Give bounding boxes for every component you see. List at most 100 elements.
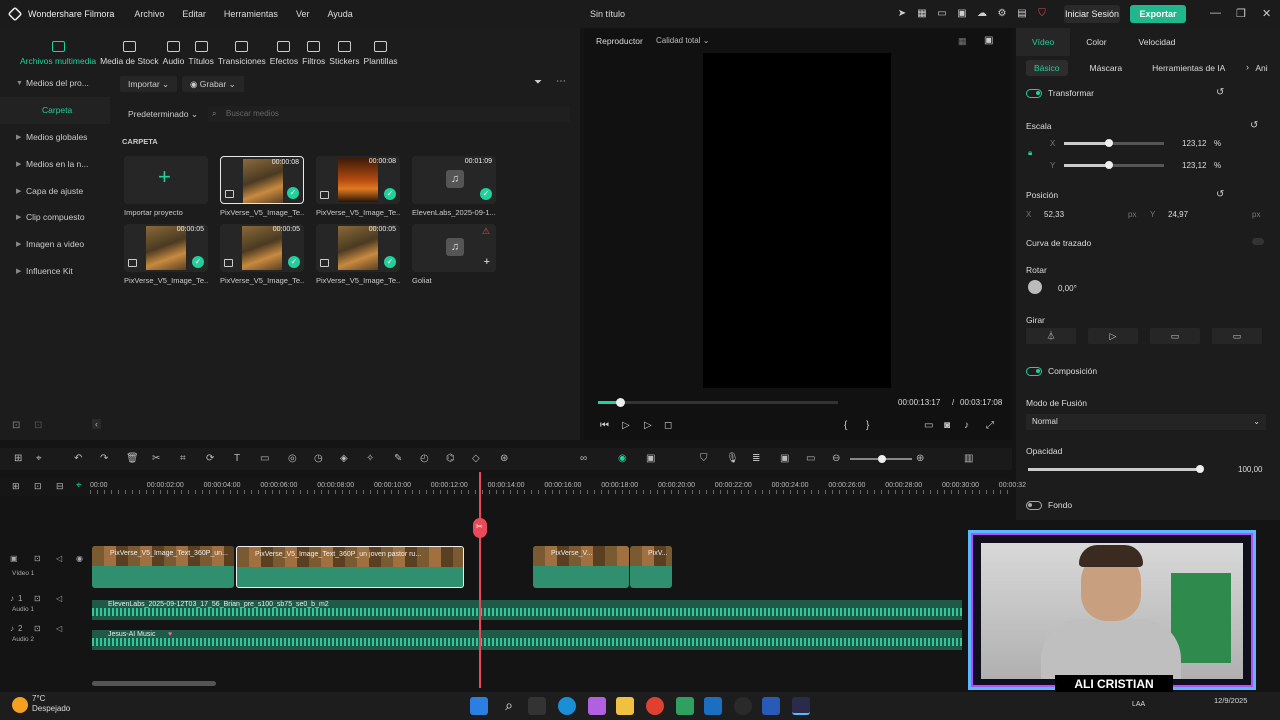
sidebar-item-medios-nube[interactable]: ▶ Medios en la n... [0,150,110,177]
system-clock[interactable]: 12/9/2025 [1214,696,1247,706]
composition-toggle[interactable] [1026,367,1042,377]
timer-icon[interactable]: ◴ [420,453,429,464]
background-toggle[interactable] [1026,501,1042,511]
weather-widget[interactable]: 7°C Despejado [32,694,70,714]
chain-icon[interactable]: ∞ [580,453,587,464]
reset-icon[interactable]: ↺ [1250,120,1258,131]
menu-ver[interactable]: Ver [296,9,310,19]
scale-y-value[interactable]: 123,12 [1182,161,1206,170]
mark-in-icon[interactable]: { [844,420,847,431]
export-button[interactable]: Exportar [1130,5,1186,23]
close-icon[interactable]: ✕ [1262,7,1271,20]
quality-dropdown[interactable]: Calidad total ⌄ [656,36,709,45]
audio-track-icon[interactable]: ⊟ [56,481,64,492]
rectangle-icon[interactable]: ▭ [260,453,269,464]
lock-icon[interactable]: ⊡ [34,594,41,603]
stabilize-icon[interactable]: ⊛ [500,453,508,464]
collapse-icon[interactable]: ‹ [92,419,101,429]
filter-icon[interactable]: ⏷ [534,77,542,88]
pip-icon[interactable]: ▣ [780,453,789,464]
mark-out-icon[interactable]: } [866,420,869,431]
tab-speed[interactable]: Velocidad [1123,28,1192,56]
media-item-thumb[interactable]: 00:00:05 ✓ [124,224,208,272]
search-icon[interactable]: ⌕ [500,697,518,715]
mask-icon[interactable]: ◎ [288,453,297,464]
zoom-in-icon[interactable]: ⊕ [916,453,924,464]
zoom-knob[interactable] [878,455,886,463]
video-clip[interactable]: PixVerse_V5_Image_Text_360P_un... [92,546,234,588]
obs-icon[interactable] [734,697,752,715]
position-x-value[interactable]: 52,33 [1044,210,1064,219]
snap-icon[interactable]: ◉ [618,453,627,464]
rotate-right-button[interactable]: ▭ [1212,328,1262,344]
track-view-icon[interactable]: ▥ [964,453,973,464]
link-icon[interactable]: ⟳ [206,453,214,464]
more-icon[interactable]: ⋯ [556,76,566,87]
camera-icon[interactable]: ◙ [944,420,950,431]
minimize-icon[interactable]: — [1210,7,1221,19]
composition-header[interactable]: Composición [1026,366,1097,377]
color-icon[interactable]: ◈ [340,453,348,464]
delete-folder-icon[interactable]: ⊡ [34,420,42,431]
tab-efectos[interactable]: Efectos [268,28,300,66]
filmora-taskbar-icon[interactable] [792,697,810,715]
layout-icon[interactable]: ⊞ [14,453,22,464]
edge-icon[interactable] [558,697,576,715]
volume-icon[interactable]: ♪ [964,420,969,431]
chevron-right-icon[interactable]: › [1246,62,1249,72]
mute-icon[interactable]: ◁ [56,554,62,563]
audio-mix-icon[interactable]: ≣ [752,453,760,464]
background-header[interactable]: Fondo [1026,500,1072,511]
crop-icon[interactable]: ⌗ [180,453,186,464]
search-input[interactable]: Buscar medios [208,106,570,122]
word-icon[interactable] [762,697,780,715]
sidebar-item-imagen-video[interactable]: ▶ Imagen a video [0,231,110,258]
snapshot-icon[interactable]: ▣ [984,35,993,46]
path-curve-toggle[interactable] [1252,238,1264,245]
import-project-tile[interactable]: + [124,156,208,204]
mic-icon[interactable]: 🎙︎ [726,453,739,464]
media-item-thumb[interactable]: 00:00:08 ✓ [316,156,400,204]
play-forward-icon[interactable]: ▷ [644,420,652,431]
subtab-herramientas-ia[interactable]: Herramientas de IA [1144,60,1233,76]
tab-titulos[interactable]: Títulos [186,28,216,66]
marker-icon[interactable]: ⛉ [700,453,708,464]
scale-y-knob[interactable] [1105,161,1113,169]
playhead[interactable] [479,472,481,688]
apps-icon[interactable]: ▤ [1015,7,1029,21]
zoom-out-icon[interactable]: ⊖ [832,453,840,464]
audio-clip[interactable]: Jesus-AI Music ♥ [92,630,962,650]
scale-y-slider[interactable] [1064,164,1164,167]
store-icon[interactable] [704,697,722,715]
blend-mode-select[interactable]: Normal ⌄ [1026,414,1266,430]
subtab-mascara[interactable]: Máscara [1082,60,1131,76]
preview-screen[interactable] [703,53,891,388]
video-clip[interactable]: PixV... [630,546,672,588]
tab-transiciones[interactable]: Transiciones [216,28,268,66]
timeline-ruler[interactable]: 00:00 00:00:02:00 00:00:04:00 00:00:06:00 00… [90,478,1026,496]
grid-view-icon[interactable]: ▦ [958,36,967,47]
windows-start-icon[interactable] [470,697,488,715]
settings-icon[interactable]: ⚙ [995,7,1009,21]
reset-icon[interactable]: ↺ [1216,87,1224,98]
tab-video[interactable]: Vídeo [1016,28,1071,56]
cloud-icon[interactable]: ☁ [975,7,989,21]
scale-x-value[interactable]: 123,12 [1182,139,1206,148]
sidebar-item-clip-compuesto[interactable]: ▶ Clip compuesto [0,204,110,231]
video-clip-selected[interactable]: PixVerse_V5_Image_Text_360P_un joven pas… [236,546,464,588]
scale-x-slider[interactable] [1064,142,1164,145]
media-item-thumb[interactable]: ♫ 00:01:09 ✓ [412,156,496,204]
lock-icon[interactable]: ⊡ [34,624,41,633]
language-indicator[interactable]: LAA [1132,701,1145,708]
menu-ayuda[interactable]: Ayuda [327,9,352,19]
tab-media-stock[interactable]: Media de Stock [98,28,161,66]
split-icon[interactable]: ✂ [152,453,160,464]
stop-icon[interactable]: ◻ [664,420,672,431]
subtab-animacion[interactable]: Ani [1247,60,1275,76]
rotate-left-button[interactable]: ▭ [1150,328,1200,344]
motion-icon[interactable]: ⌬ [446,453,455,464]
progress-knob[interactable] [615,398,625,407]
video-clip[interactable]: PixVerse_V... [533,546,629,588]
tab-stickers[interactable]: Stickers [327,28,361,66]
menu-archivo[interactable]: Archivo [134,9,164,19]
